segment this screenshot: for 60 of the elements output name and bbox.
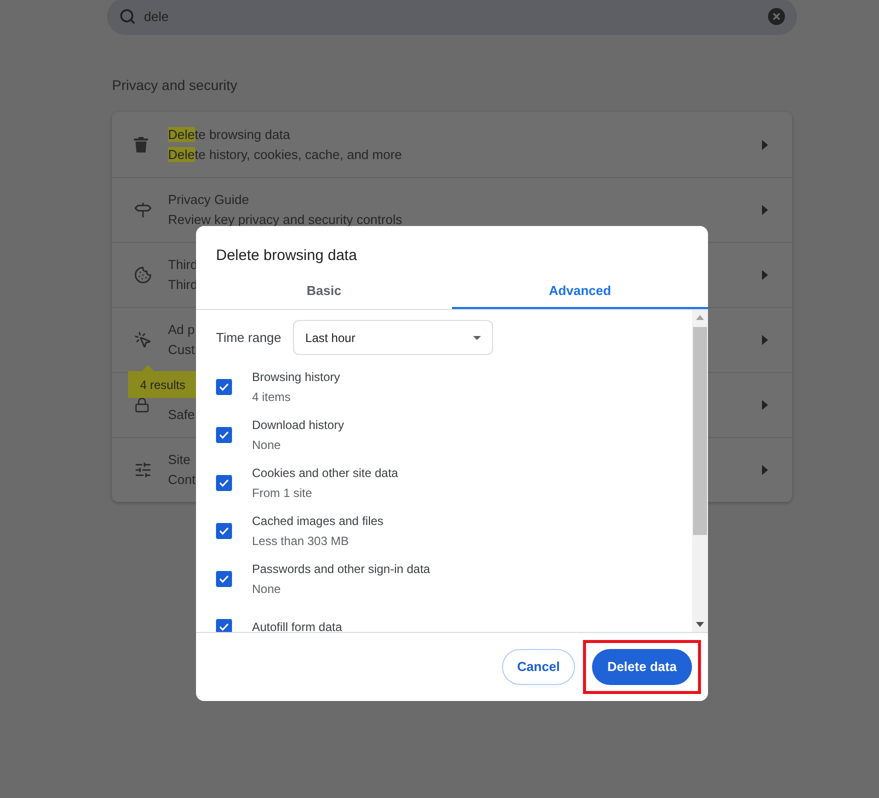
- tab[interactable]: Basic: [196, 275, 452, 309]
- search-icon: [119, 8, 136, 25]
- section-heading: Privacy and security: [112, 76, 238, 95]
- checkmark-icon: [219, 575, 229, 583]
- row-subtitle: Review key privacy and security controls: [168, 211, 402, 229]
- settings-row[interactable]: Delete browsing data Delete history, cookies, cache, and more: [112, 112, 792, 177]
- row-title: Privacy Guide: [168, 191, 249, 209]
- checkbox[interactable]: [216, 619, 232, 632]
- caret-right-icon: [762, 465, 768, 475]
- delete-button[interactable]: Delete data: [592, 649, 692, 685]
- cookie-icon: [134, 266, 152, 284]
- checkmark-icon: [219, 383, 229, 391]
- option-detail: None: [252, 437, 282, 454]
- row-subtitle: Safe: [168, 406, 195, 424]
- option-detail: None: [252, 581, 282, 598]
- option-detail: 4 items: [252, 389, 292, 406]
- caret-right-icon: [762, 140, 768, 150]
- checkbox[interactable]: [216, 379, 232, 395]
- row-title: Site: [168, 451, 190, 469]
- checkmark-icon: [219, 527, 229, 535]
- tab[interactable]: Advanced: [452, 275, 708, 309]
- row-subtitle: Cust: [168, 341, 195, 359]
- row-subtitle: Cont: [168, 471, 196, 489]
- option-label: Cookies and other site data: [252, 465, 398, 482]
- lock-icon: [134, 397, 150, 413]
- search-value: dele: [144, 8, 170, 26]
- dropdown-caret-icon: [473, 336, 482, 340]
- option-label: Download history: [252, 417, 344, 434]
- row-subtitle: Delete history, cookies, cache, and more: [168, 146, 402, 164]
- checkbox[interactable]: [216, 571, 232, 587]
- sliders-icon: [134, 461, 152, 479]
- clear-icon[interactable]: [768, 8, 785, 25]
- dialog-title: Delete browsing data: [215, 246, 358, 266]
- row-title: Delete browsing data: [168, 126, 290, 144]
- caret-right-icon: [762, 270, 768, 280]
- option-detail: From 1 site: [252, 485, 314, 502]
- caret-right-icon: [762, 400, 768, 410]
- option-label: Passwords and other sign-in data: [252, 561, 430, 578]
- checkbox[interactable]: [216, 475, 232, 491]
- time-range-dropdown[interactable]: Last hour: [293, 320, 494, 355]
- checkbox[interactable]: [216, 427, 232, 443]
- scrollbar[interactable]: [692, 310, 708, 632]
- time-range-label: Time range: [216, 328, 282, 347]
- checkmark-icon: [219, 479, 229, 487]
- caret-right-icon: [762, 205, 768, 215]
- cursor-click-icon: [134, 331, 152, 349]
- checkmark-icon: [219, 431, 229, 439]
- trash-icon: [134, 136, 148, 152]
- signpost-icon: [134, 201, 152, 219]
- option-detail: Less than 303 MB: [252, 533, 350, 550]
- scroll-down-arrow-icon[interactable]: [696, 622, 704, 627]
- caret-right-icon: [762, 335, 768, 345]
- cancel-button[interactable]: Cancel: [502, 649, 575, 685]
- bubble-pointer-icon: [142, 365, 154, 371]
- checkbox[interactable]: [216, 523, 232, 539]
- checkmark-icon: [219, 623, 229, 631]
- option-label: Browsing history: [252, 369, 340, 386]
- row-title: Ad p: [168, 321, 195, 339]
- option-label: Cached images and files: [252, 513, 384, 530]
- option-label: Autofill form data: [252, 619, 342, 632]
